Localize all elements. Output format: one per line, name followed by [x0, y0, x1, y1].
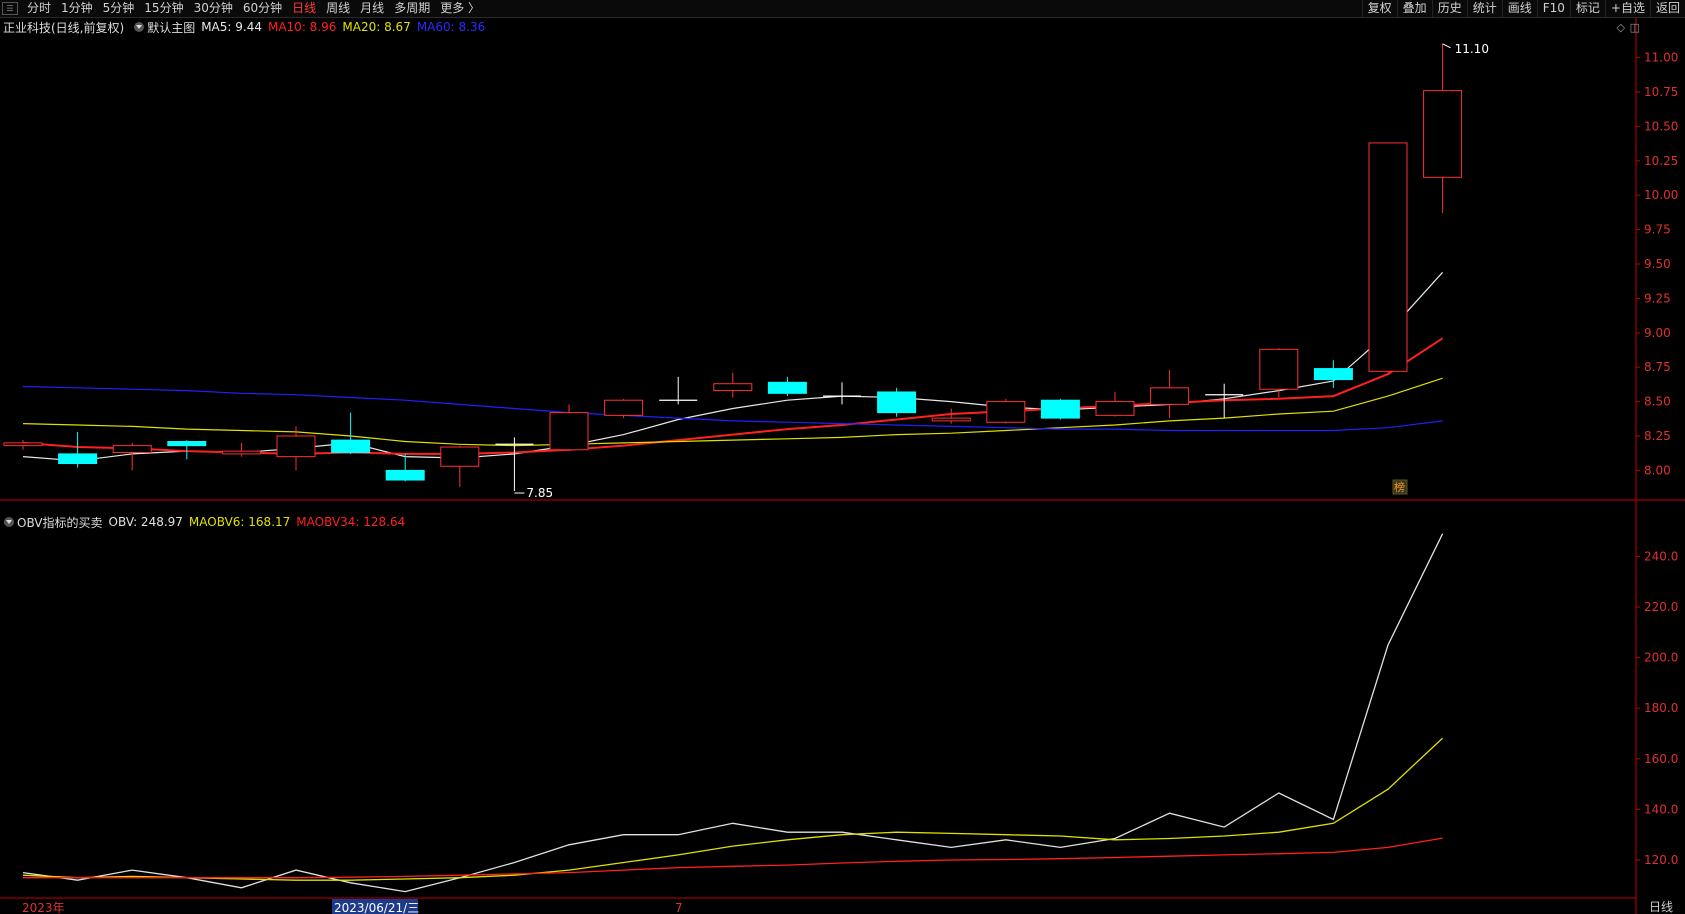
candle-body — [3, 442, 43, 447]
expand-icon[interactable]: ◫ — [1630, 21, 1640, 34]
date-label: 2023年 — [22, 901, 65, 914]
candle-body — [1095, 401, 1135, 416]
price-tick-label: 10.25 — [1644, 154, 1678, 168]
period-tab[interactable]: 周线 — [321, 0, 355, 17]
ma60-value: MA60: 8.36 — [416, 20, 486, 34]
candle-body — [1423, 90, 1463, 178]
period-toolbar: ☰ 分时 1分钟 5分钟 15分钟 30分钟 60分钟 日线 周线 月线 多周期 更多 〉 复权 叠加… — [0, 0, 1685, 18]
obv-tick-label: 240.0 — [1644, 549, 1678, 563]
ma20-value: MA20: 8.67 — [342, 20, 411, 34]
price-tick-label: 8.50 — [1644, 395, 1671, 409]
period-tab[interactable]: 更多 〉 — [435, 0, 485, 17]
toolbar-button[interactable]: 返回 — [1649, 0, 1685, 17]
toolbar-button[interactable]: F10 — [1536, 0, 1570, 17]
obv-line-maobv34 — [23, 837, 1443, 879]
low-price-label: 7.85 — [526, 486, 553, 500]
maobv6-value: MAOBV6: 168.17 — [188, 515, 291, 529]
period-tab[interactable]: 分时 — [22, 0, 56, 17]
price-tick-label: 9.75 — [1644, 223, 1671, 237]
dropdown-icon[interactable] — [134, 22, 145, 32]
toolbar-button[interactable]: 标记 — [1569, 0, 1605, 17]
stock-title: 正业科技(日线,前复权) — [3, 20, 125, 35]
period-tab[interactable]: 多周期 — [389, 0, 435, 17]
right-toolbar: 复权 叠加 历史 统计 画线 F10 标记 +自选 返回 — [1361, 0, 1685, 17]
price-tick-label: 10.75 — [1644, 85, 1678, 99]
period-tab[interactable]: 30分钟 — [189, 0, 238, 17]
candle-body — [931, 417, 971, 422]
template-name[interactable]: 默认主图 — [147, 19, 195, 36]
obv-tick-label: 160.0 — [1644, 752, 1678, 766]
indicator-title[interactable]: OBV指标的买卖 — [17, 514, 103, 531]
menu-icon[interactable]: ☰ — [2, 2, 18, 15]
date-label: 2023/06/21/三 — [334, 901, 419, 914]
candle-body — [986, 401, 1026, 423]
ma5-value: MA5: 9.44 — [201, 20, 262, 34]
toolbar-button[interactable]: 统计 — [1466, 0, 1502, 17]
candle-body — [221, 450, 261, 455]
toolbar-button[interactable]: 画线 — [1501, 0, 1537, 17]
candle-body — [713, 383, 753, 392]
candle-body — [877, 391, 917, 414]
price-tick-label: 9.25 — [1644, 291, 1671, 305]
period-tab[interactable]: 月线 — [355, 0, 389, 17]
maobv34-value: MAOBV34: 128.64 — [296, 515, 406, 529]
price-tick-label: 9.50 — [1644, 257, 1671, 271]
toolbar-button[interactable]: 叠加 — [1396, 0, 1432, 17]
main-legend: 正业科技(日线,前复权) 默认主图 MA5: 9.44 MA10: 8.96 M… — [0, 18, 491, 36]
candle-body — [549, 412, 589, 451]
candle-body — [331, 439, 371, 454]
candle-body — [604, 399, 644, 416]
obv-value: OBV: 248.97 — [108, 515, 183, 529]
date-label: 7 — [675, 901, 683, 914]
candle-body — [1313, 368, 1353, 381]
obv-line-obv — [22, 533, 1444, 893]
period-tab[interactable]: 15分钟 — [139, 0, 188, 17]
period-tab[interactable]: 1分钟 — [56, 0, 98, 17]
candle-body — [440, 446, 480, 467]
sub-legend: OBV指标的买卖 OBV: 248.97 MAOBV6: 168.17 MAOB… — [0, 513, 411, 531]
high-arrow — [1442, 43, 1451, 49]
obv-tick-label: 180.0 — [1644, 701, 1678, 715]
period-footer: 日线 — [1648, 900, 1673, 914]
candle-body — [276, 435, 316, 458]
obv-tick-label: 220.0 — [1644, 600, 1678, 614]
obv-line-maobv6 — [22, 737, 1444, 881]
price-tick-label: 8.00 — [1644, 463, 1671, 477]
obv-tick-label: 200.0 — [1644, 651, 1678, 665]
price-tick-label: 10.00 — [1644, 188, 1678, 202]
candle-body — [58, 453, 98, 465]
obv-tick-label: 120.0 — [1644, 853, 1678, 867]
diamond-icon[interactable]: ◇ — [1617, 21, 1625, 34]
chart-canvas: 8.00 8.25 8.50 8.75 9.00 9.25 9.50 9.75 10.00 10.… — [0, 18, 1685, 914]
sub-dropdown-icon[interactable] — [4, 517, 14, 527]
price-tick-label: 10.50 — [1644, 119, 1678, 133]
toolbar-button[interactable]: 复权 — [1361, 0, 1397, 17]
bang-badge-label: 榜 — [1394, 480, 1405, 494]
toolbar-button[interactable]: 历史 — [1431, 0, 1467, 17]
toolbar-button[interactable]: +自选 — [1604, 0, 1650, 17]
candle-body — [1040, 399, 1080, 419]
price-tick-label: 8.25 — [1644, 429, 1671, 443]
candle-body — [1368, 142, 1408, 372]
price-tick-label: 8.75 — [1644, 360, 1671, 374]
ma10-value: MA10: 8.96 — [267, 20, 337, 34]
period-tab[interactable]: 日线 — [287, 0, 321, 17]
candle-body — [1259, 348, 1299, 390]
period-tab[interactable]: 60分钟 — [238, 0, 287, 17]
ma-line-ma5 — [22, 271, 1444, 462]
period-tab[interactable]: 5分钟 — [98, 0, 140, 17]
obv-tick-label: 140.0 — [1644, 802, 1678, 816]
candle-body — [767, 381, 807, 394]
high-price-label: 11.10 — [1455, 42, 1489, 56]
period-tabs: 分时 1分钟 5分钟 15分钟 30分钟 60分钟 日线 周线 月线 多周期 更多 〉 — [22, 0, 485, 17]
candle-body — [112, 445, 152, 454]
price-tick-label: 9.00 — [1644, 326, 1671, 340]
candle-body — [167, 441, 207, 447]
candle-body — [385, 469, 425, 481]
candle-body — [1150, 387, 1190, 405]
price-tick-label: 11.00 — [1644, 51, 1678, 65]
